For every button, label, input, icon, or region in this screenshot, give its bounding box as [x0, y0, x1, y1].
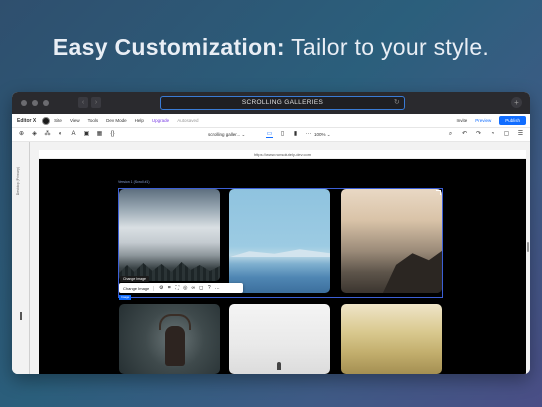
publish-button[interactable]: Publish — [499, 116, 526, 125]
minimize-dot[interactable] — [32, 100, 38, 106]
nav-arrows: ‹ › — [78, 97, 101, 108]
menu-help[interactable]: Help — [135, 118, 144, 123]
change-image-tooltip: Change Image — [120, 276, 149, 282]
menu-view[interactable]: View — [70, 118, 80, 123]
preview-button[interactable]: Preview — [475, 118, 491, 123]
breakpoint-tab[interactable]: Desktop (Primary) — [16, 167, 20, 195]
crop-icon[interactable]: ⌗ — [165, 285, 173, 291]
undo-icon[interactable]: ↶ — [461, 131, 468, 138]
menu-dev-mode[interactable]: Dev Mode — [106, 118, 127, 123]
invite-button[interactable]: Invite — [456, 118, 467, 123]
redo-icon[interactable]: ↷ — [475, 131, 482, 138]
gallery-image-golden-haze[interactable] — [341, 304, 442, 374]
gallery-image-deer[interactable] — [119, 304, 220, 374]
gallery-image-white-fog[interactable] — [229, 304, 330, 374]
notifications-icon[interactable]: ◔ — [489, 131, 496, 138]
section-label: Version 1 (Scroll #1) — [118, 180, 150, 184]
link-icon[interactable]: ∞ — [189, 285, 197, 291]
help-icon[interactable]: ? — [205, 285, 213, 291]
media-icon[interactable]: ▣ — [83, 131, 90, 138]
toolbar-right-icons: ⌕ ↶ ↷ ◔ ▢ ☰ — [447, 131, 524, 138]
browser-titlebar: ‹ › SCROLLING GALLERIES ↻ + — [12, 92, 530, 114]
site-logo-icon[interactable] — [42, 116, 51, 125]
autosave-status: Autosaved — [177, 118, 199, 123]
design-icon[interactable]: ◐ — [57, 131, 64, 138]
back-arrow-icon[interactable]: ‹ — [78, 97, 88, 108]
layers-icon[interactable]: ◈ — [31, 131, 38, 138]
code-icon[interactable]: {} — [109, 131, 116, 138]
reload-icon[interactable]: ↻ — [394, 97, 400, 109]
headline: Easy Customization: Tailor to your style… — [0, 34, 542, 61]
page-url: https://www.runsolutely-dev.com — [39, 150, 526, 159]
more-options-icon[interactable]: … — [213, 285, 221, 291]
more-icon[interactable]: ··· — [305, 131, 312, 138]
brand-name: Editor X — [17, 117, 37, 124]
forward-arrow-icon[interactable]: › — [91, 97, 101, 108]
zoom-selector[interactable]: 100% ⌄ — [314, 132, 331, 138]
fit-icon[interactable]: ⛶ — [173, 285, 181, 291]
change-image-button[interactable]: Change Image — [119, 285, 155, 291]
tablet-icon[interactable]: ▯ — [279, 131, 286, 138]
close-dot[interactable] — [21, 100, 27, 106]
maximize-dot[interactable] — [43, 100, 49, 106]
plus-icon[interactable]: + — [511, 97, 522, 108]
comment-icon[interactable]: ◻ — [197, 285, 205, 291]
add-icon[interactable]: ⊕ — [18, 131, 25, 138]
page-selector[interactable]: scrolling galler... ⌄ — [208, 132, 245, 138]
grid-icon[interactable]: ▦ — [96, 131, 103, 138]
menu-site[interactable]: Site — [54, 118, 62, 123]
add-panel-icons: ⊕ ◈ ⁂ ◐ A ▣ ▦ {} — [18, 131, 116, 138]
headline-strong: Easy Customization: — [52, 34, 285, 60]
component-name-badge: Image — [119, 295, 132, 300]
site-page: https://www.runsolutely-dev.com Version … — [39, 150, 526, 374]
browser-window: ‹ › SCROLLING GALLERIES ↻ + Editor X Sit… — [12, 92, 530, 374]
editor-menubar: Editor X Site View Tools Dev Mode Help U… — [12, 114, 530, 128]
editor-canvas: Desktop (Primary) https://www.runsolutel… — [12, 142, 530, 374]
comments-icon[interactable]: ▢ — [503, 131, 510, 138]
address-text: SCROLLING GALLERIES — [241, 99, 324, 106]
expand-icon[interactable] — [436, 190, 441, 195]
left-ruler — [29, 142, 30, 374]
mobile-icon[interactable]: ▮ — [292, 131, 299, 138]
settings-icon[interactable]: ☰ — [517, 131, 524, 138]
upgrade-link[interactable]: Upgrade — [152, 118, 169, 123]
person-shape — [277, 362, 281, 370]
gallery-section[interactable]: Version 1 (Scroll #1) Change Image Chang… — [39, 159, 526, 374]
window-controls — [21, 100, 49, 106]
deer-shape — [165, 326, 185, 366]
menu-tools[interactable]: Tools — [88, 118, 99, 123]
selection-outline — [118, 188, 443, 298]
animation-icon[interactable]: ◎ — [181, 285, 189, 291]
headline-light: Tailor to your style. — [291, 34, 490, 60]
element-action-bar: Change Image ⚙ ⌗ ⛶ ◎ ∞ ◻ ? … — [119, 283, 243, 293]
left-resize-handle[interactable] — [20, 312, 22, 320]
components-icon[interactable]: ⁂ — [44, 131, 51, 138]
desktop-icon[interactable]: ▭ — [266, 131, 273, 138]
editor-toolbar: ⊕ ◈ ⁂ ◐ A ▣ ▦ {} scrolling galler... ⌄ ▭… — [12, 128, 530, 142]
device-switcher: ▭ ▯ ▮ ··· — [266, 131, 312, 138]
scrollbar[interactable] — [527, 242, 529, 252]
settings-gear-icon[interactable]: ⚙ — [157, 285, 165, 291]
zoom-icon[interactable]: ⌕ — [447, 131, 454, 138]
text-theme-icon[interactable]: A — [70, 131, 77, 138]
address-bar[interactable]: SCROLLING GALLERIES ↻ — [160, 96, 405, 110]
menubar-right: Invite Preview Publish — [456, 116, 526, 125]
